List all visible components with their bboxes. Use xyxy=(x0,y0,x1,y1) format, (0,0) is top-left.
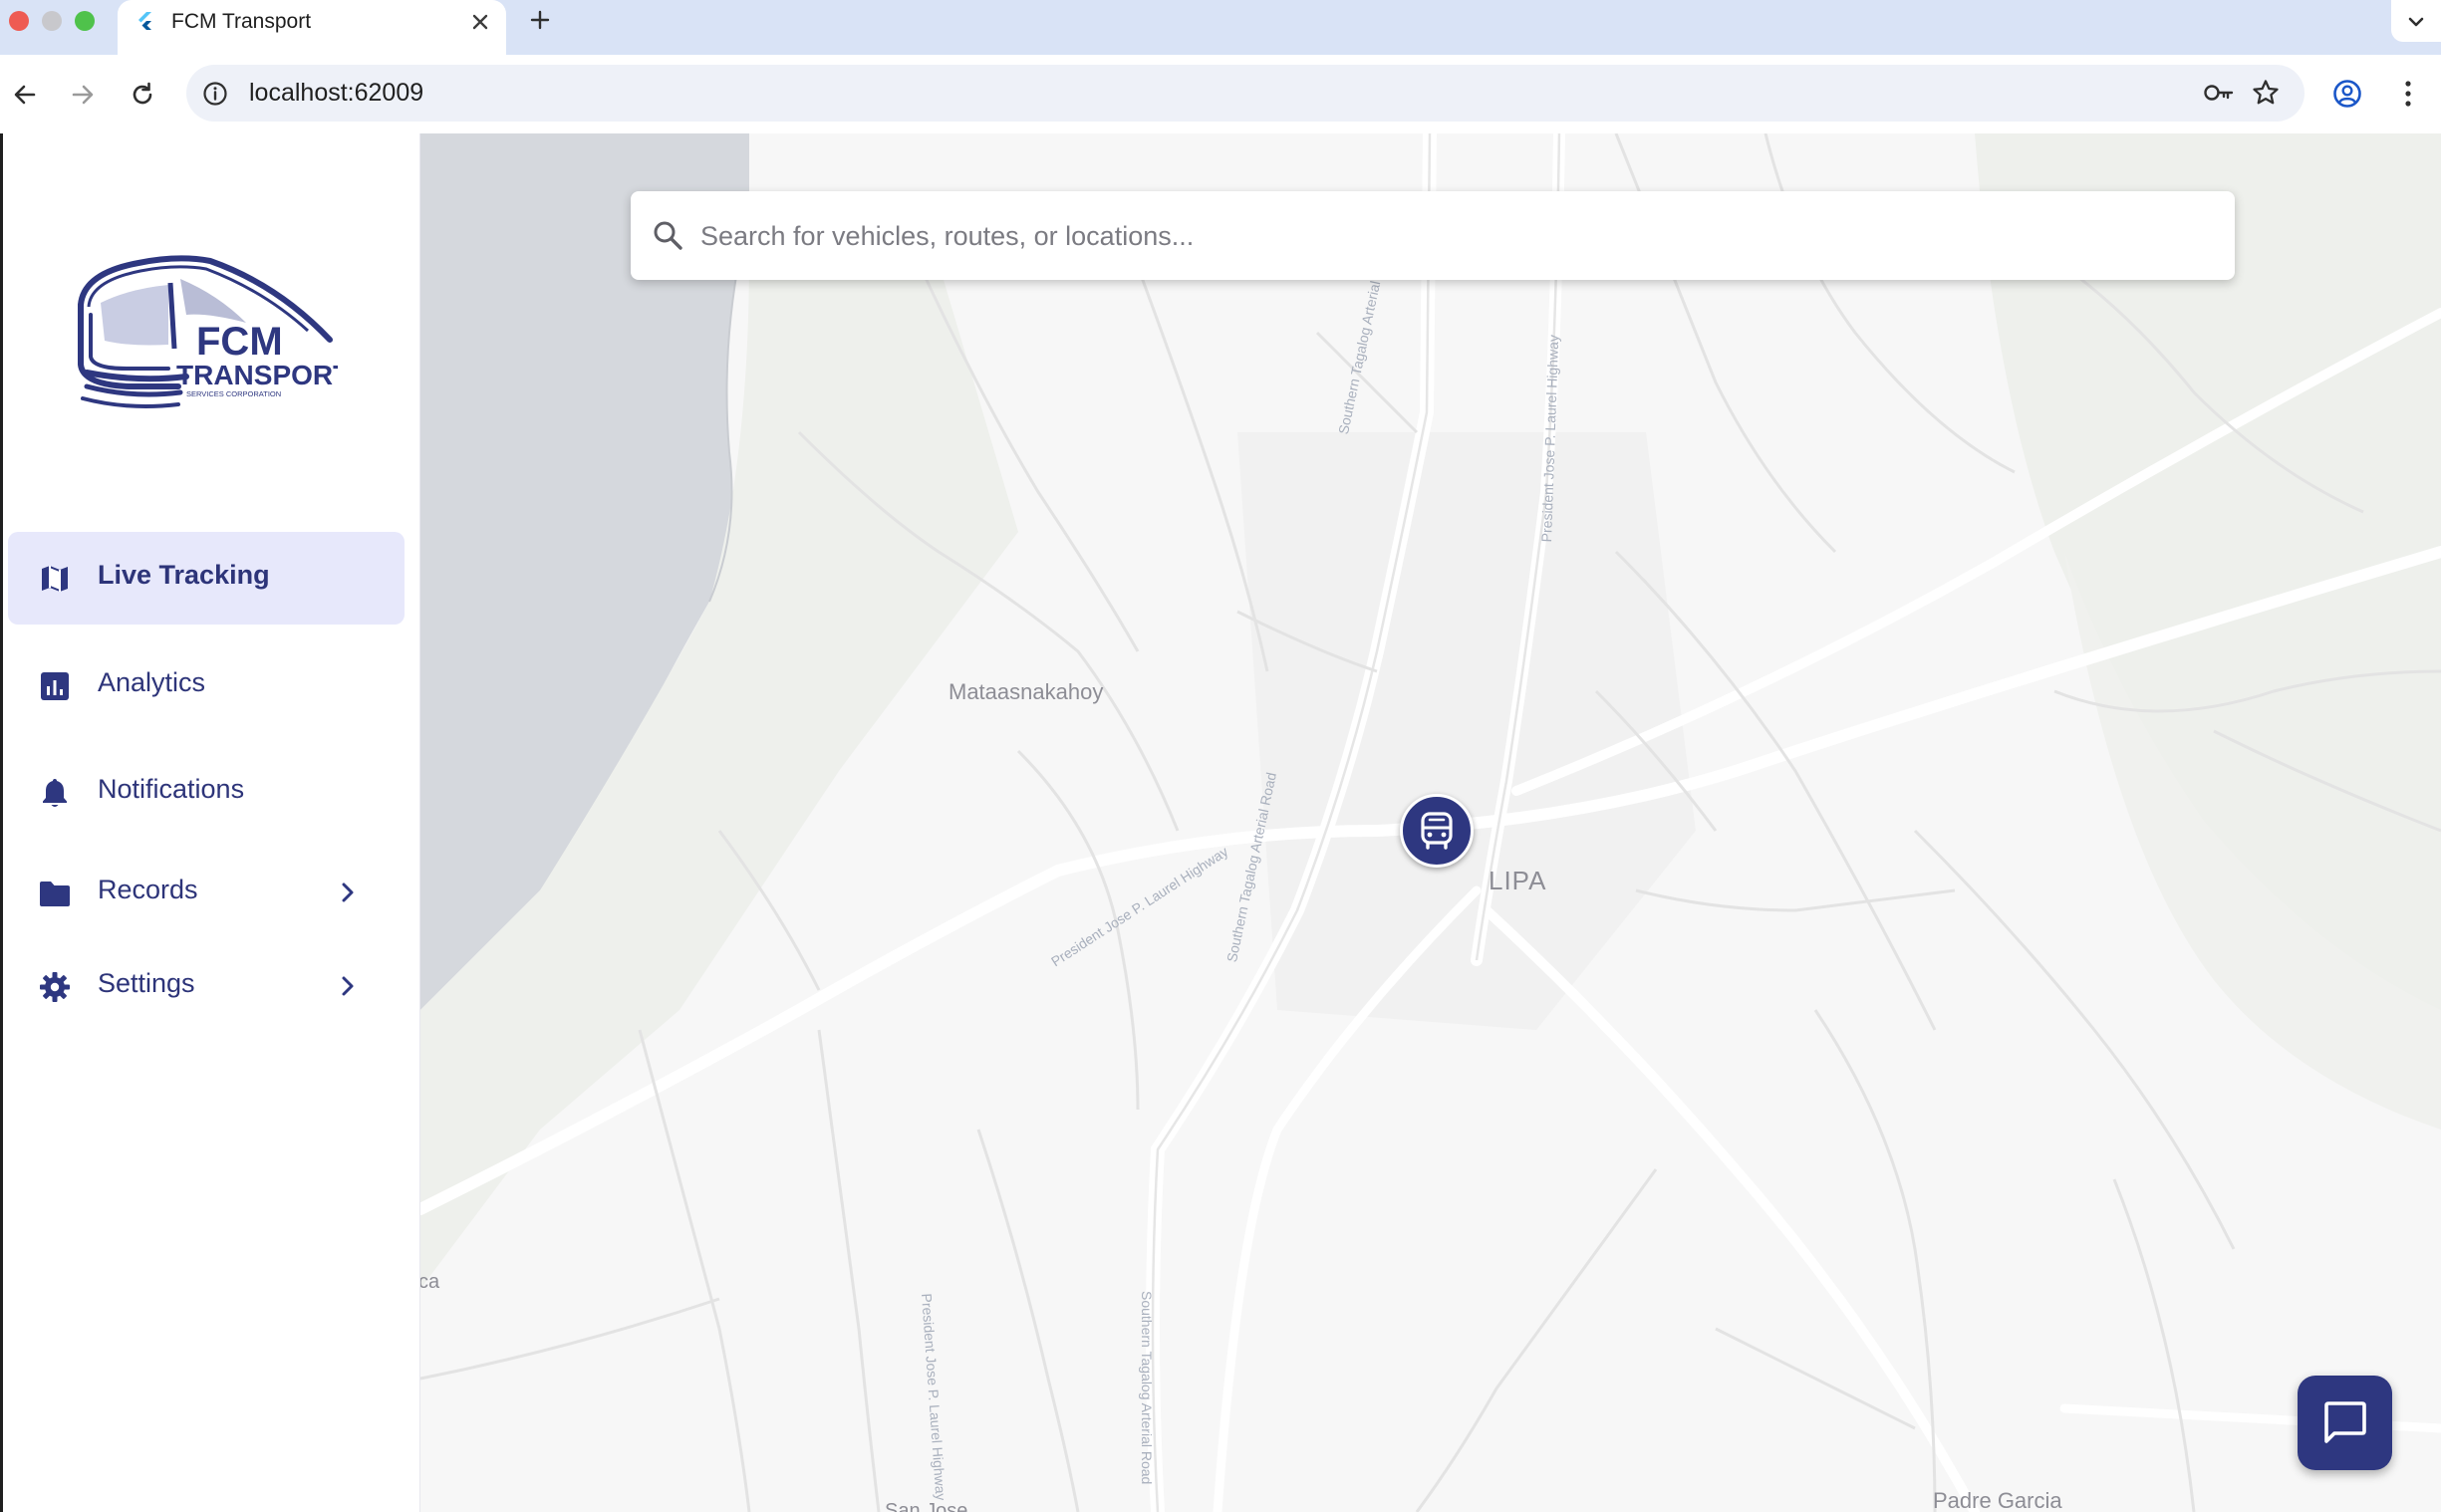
back-arrow-icon[interactable] xyxy=(10,80,40,110)
sidebar-item-label: Analytics xyxy=(98,667,206,697)
sidebar-item-label: Notifications xyxy=(98,774,245,804)
chat-button[interactable] xyxy=(2298,1376,2392,1470)
profile-avatar-icon[interactable] xyxy=(2331,78,2363,110)
bar-chart-icon xyxy=(41,672,69,700)
map-place-label: ca xyxy=(420,1271,440,1293)
chevron-down-icon xyxy=(2408,17,2424,27)
search-input[interactable] xyxy=(698,209,2197,263)
map-place-label: LIPA xyxy=(1489,866,1547,895)
bookmark-star-icon[interactable] xyxy=(2251,78,2281,108)
browser-tab[interactable]: FCM Transport xyxy=(118,0,506,55)
browser-tab-strip: FCM Transport xyxy=(0,0,2441,55)
chevron-right-icon xyxy=(342,882,354,902)
sidebar: FCM TRANSPORT SERVICES CORPORATION Live … xyxy=(0,133,420,1512)
search-bar xyxy=(631,191,2235,280)
bus-vehicle-marker[interactable] xyxy=(1400,794,1474,868)
gear-icon xyxy=(40,972,70,1002)
sidebar-item-label: Live Tracking xyxy=(98,560,270,590)
map-icon xyxy=(42,566,68,592)
forward-arrow-icon[interactable] xyxy=(68,80,98,110)
bus-icon xyxy=(1421,812,1453,850)
folder-icon xyxy=(40,882,70,906)
fcm-transport-logo: FCM TRANSPORT SERVICES CORPORATION xyxy=(69,245,350,414)
browser-toolbar: localhost:62009 xyxy=(0,55,2441,134)
map-place-label: San Jose xyxy=(885,1500,968,1512)
tab-title: FCM Transport xyxy=(171,10,312,33)
sidebar-item-analytics[interactable]: Analytics xyxy=(8,639,405,732)
sidebar-item-records[interactable]: Records xyxy=(8,847,405,939)
reload-icon[interactable] xyxy=(128,80,157,110)
logo-text-fcm: FCM xyxy=(196,320,283,364)
site-info-icon[interactable] xyxy=(202,81,228,107)
map-view[interactable]: Southern Tagalog Arterial Road President… xyxy=(420,133,2441,1512)
logo-text-transport: TRANSPORT xyxy=(176,360,338,390)
logo-text-corporation: SERVICES CORPORATION xyxy=(186,389,281,398)
chevron-right-icon xyxy=(342,976,354,996)
password-key-icon[interactable] xyxy=(2203,80,2235,106)
sidebar-item-label: Settings xyxy=(98,968,195,998)
sidebar-item-notifications[interactable]: Notifications xyxy=(8,746,405,839)
flutter-favicon-icon xyxy=(138,12,151,30)
bell-icon xyxy=(43,779,67,807)
window-minimize-button[interactable] xyxy=(42,11,62,31)
window-close-button[interactable] xyxy=(9,11,29,31)
url-text: localhost:62009 xyxy=(249,79,424,107)
road-label: Southern Tagalog Arterial Road xyxy=(1139,1291,1155,1485)
search-icon xyxy=(654,221,682,250)
sidebar-item-label: Records xyxy=(98,875,198,904)
map-place-label: Padre Garcia xyxy=(1933,1488,2062,1512)
browser-menu-icon[interactable] xyxy=(2396,79,2420,109)
map-place-label: Mataasnakahoy xyxy=(949,679,1104,704)
tab-search-button[interactable] xyxy=(2391,0,2441,42)
window-maximize-button[interactable] xyxy=(75,11,95,31)
chat-bubble-icon xyxy=(2324,1401,2366,1443)
address-bar[interactable]: localhost:62009 xyxy=(186,65,2305,122)
sidebar-item-settings[interactable]: Settings xyxy=(8,940,405,1033)
new-tab-icon[interactable] xyxy=(528,8,552,32)
sidebar-item-live-tracking[interactable]: Live Tracking xyxy=(8,532,405,625)
close-tab-icon[interactable] xyxy=(470,12,490,32)
